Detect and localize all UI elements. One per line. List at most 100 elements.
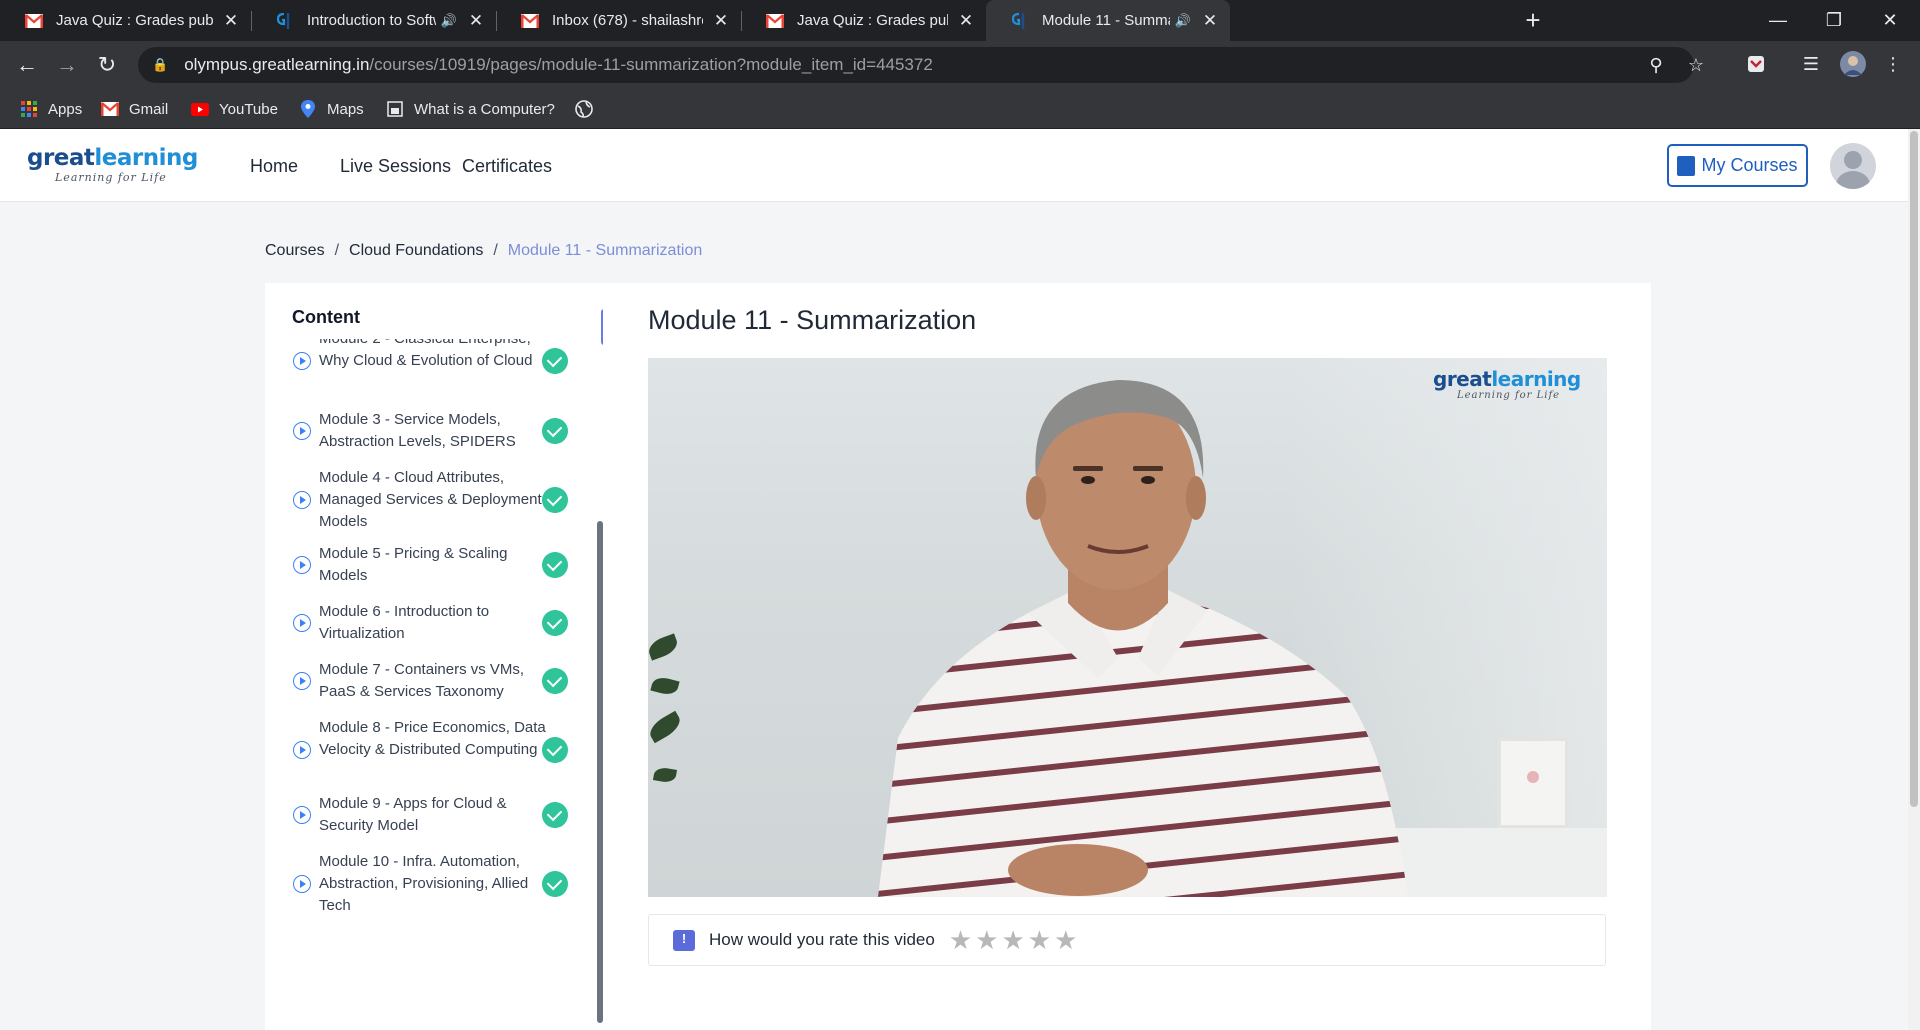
play-circle-icon [293, 352, 311, 370]
address-bar[interactable]: 🔒 olympus.greatlearning.in/courses/10919… [138, 47, 1704, 83]
close-tab-icon[interactable]: ✕ [466, 11, 486, 31]
bookmark-label: Gmail [129, 100, 169, 118]
browser-tab[interactable]: Java Quiz : Grades published - sh ✕ [741, 0, 986, 41]
play-circle-icon [293, 741, 311, 759]
module-list-item[interactable]: Module 7 - Containers vs VMs, PaaS & Ser… [265, 659, 603, 703]
completed-check-icon [542, 668, 568, 694]
module-label: Module 9 - Apps for Cloud & Security Mod… [319, 795, 507, 834]
zoom-search-icon[interactable]: ⚲ [1644, 55, 1668, 76]
module-list-item[interactable]: Module 6 - Introduction to Virtualizatio… [265, 601, 603, 645]
module-list-item[interactable]: Module 8 - Price Economics, Data Velocit… [265, 717, 603, 783]
module-label: Module 5 - Pricing & Scaling Models [319, 545, 508, 584]
watermark-learning: learning [1491, 367, 1581, 391]
star-icon[interactable]: ★ [1001, 927, 1024, 953]
bookmark-gmail[interactable]: Gmail [101, 89, 168, 129]
star-icon[interactable]: ★ [975, 927, 998, 953]
sidebar-title: Content [292, 307, 360, 327]
gmail-icon [101, 100, 119, 118]
close-tab-icon[interactable]: ✕ [956, 11, 976, 31]
browser-menu-icon[interactable]: ⋮ [1880, 51, 1906, 77]
tab-title: Module 11 - Summarization [1042, 12, 1170, 29]
star-icon[interactable]: ★ [1028, 927, 1051, 953]
speaker-icon[interactable]: 🔊 [1174, 13, 1192, 29]
nav-live-sessions[interactable]: Live Sessions [340, 156, 451, 177]
bookmark-star-icon[interactable]: ☆ [1684, 55, 1708, 76]
my-courses-button[interactable]: My Courses [1667, 144, 1808, 187]
star-icon[interactable]: ★ [949, 927, 972, 953]
module-label: Module 2 - Classical Enterprise, Why Clo… [319, 339, 533, 369]
greatlearning-icon [275, 11, 295, 31]
browser-tab-bar: Java Quiz : Grades published - sh✕Introd… [0, 0, 1920, 41]
back-button[interactable]: ← [13, 51, 41, 79]
minimize-button[interactable]: — [1750, 0, 1806, 41]
browser-tab[interactable]: Inbox (678) - shailashree62@gm ✕ [496, 0, 741, 41]
my-courses-label: My Courses [1701, 155, 1798, 175]
play-circle-icon [293, 422, 311, 440]
watermark-tagline: Learning for Life [1457, 390, 1561, 401]
browser-tab[interactable]: Introduction to Software Sec🔊 ✕ [251, 0, 496, 41]
bookmark-apps[interactable]: Apps [20, 89, 82, 129]
bookmark-youtube[interactable]: YouTube [191, 89, 278, 129]
bookmark-what-is-a-computer[interactable]: What is a Computer? [386, 89, 555, 129]
tab-separator [251, 11, 252, 31]
watermark-great: great [1433, 367, 1492, 391]
page-icon [386, 100, 404, 118]
tab-separator [496, 11, 497, 31]
module-label: Module 3 - Service Models, Abstraction L… [319, 411, 516, 450]
module-list-item[interactable]: Module 5 - Pricing & Scaling Models [265, 543, 603, 587]
close-tab-icon[interactable]: ✕ [711, 11, 731, 31]
page-scrollbar[interactable] [1908, 129, 1920, 1030]
reload-button[interactable]: ↻ [93, 51, 121, 79]
logo-tagline: Learning for Life [55, 171, 167, 184]
close-tab-icon[interactable]: ✕ [221, 11, 241, 31]
logo-great: great [27, 145, 95, 171]
module-list-item[interactable]: Module 2 - Classical Enterprise, Why Clo… [265, 339, 603, 394]
browser-tab[interactable]: Module 11 - Summarization🔊 ✕ [986, 0, 1230, 41]
globe-icon [575, 100, 593, 118]
close-window-button[interactable]: ✕ [1862, 0, 1918, 41]
breadcrumb-cloud-foundations[interactable]: Cloud Foundations [349, 242, 483, 260]
completed-check-icon [542, 802, 568, 828]
lock-icon: 🔒 [152, 57, 169, 72]
user-avatar[interactable] [1830, 143, 1876, 189]
completed-check-icon [542, 552, 568, 578]
greatlearning-logo[interactable]: greatlearning Learning for Life [27, 145, 198, 184]
star-icon[interactable]: ★ [1054, 927, 1077, 953]
extension-icon[interactable] [1743, 51, 1769, 77]
forward-button[interactable]: → [53, 51, 81, 79]
rating-prompt: How would you rate this video [709, 930, 935, 949]
video-player[interactable]: greatlearning Learning for Life [648, 358, 1607, 897]
completed-check-icon [542, 737, 568, 763]
speaker-icon[interactable]: 🔊 [440, 13, 458, 29]
browser-toolbar: ← → ↻ 🔒 olympus.greatlearning.in/courses… [0, 41, 1920, 89]
browser-tab[interactable]: Java Quiz : Grades published - sh ✕ [0, 0, 251, 41]
bookmark-maps[interactable]: Maps [299, 89, 364, 129]
breadcrumb-separator: / [334, 242, 340, 259]
breadcrumb-courses[interactable]: Courses [265, 242, 325, 260]
module-list-item[interactable]: Module 4 - Cloud Attributes, Managed Ser… [265, 467, 603, 533]
maps-icon [299, 100, 317, 118]
url-host: olympus.greatlearning.in [184, 55, 370, 74]
module-label: Module 6 - Introduction to Virtualizatio… [319, 603, 490, 642]
module-list-item[interactable]: Module 3 - Service Models, Abstraction L… [265, 409, 603, 453]
media-queue-icon[interactable]: ☰ [1798, 51, 1824, 77]
new-tab-button[interactable]: + [1518, 0, 1548, 41]
bookmark-label: Maps [327, 100, 364, 118]
bookmark-label: YouTube [219, 100, 278, 118]
module-list-item[interactable]: Module 10 - Infra. Automation, Abstracti… [265, 851, 603, 917]
bookmark-globe[interactable] [575, 89, 603, 129]
nav-home[interactable]: Home [250, 156, 298, 177]
logo-learning: learning [94, 145, 198, 171]
profile-icon[interactable] [1840, 51, 1866, 77]
breadcrumb-separator: / [493, 242, 498, 259]
completed-check-icon [542, 871, 568, 897]
nav-certificates[interactable]: Certificates [462, 156, 552, 177]
restore-button[interactable]: ❐ [1806, 0, 1862, 41]
play-circle-icon [293, 806, 311, 824]
tab-title: Java Quiz : Grades published - sh [56, 12, 213, 29]
gmail-icon [765, 11, 785, 31]
youtube-icon [191, 100, 209, 118]
close-tab-icon[interactable]: ✕ [1200, 11, 1220, 31]
module-list-item[interactable]: Module 9 - Apps for Cloud & Security Mod… [265, 793, 603, 837]
module-label: Module 7 - Containers vs VMs, PaaS & Ser… [319, 661, 525, 700]
